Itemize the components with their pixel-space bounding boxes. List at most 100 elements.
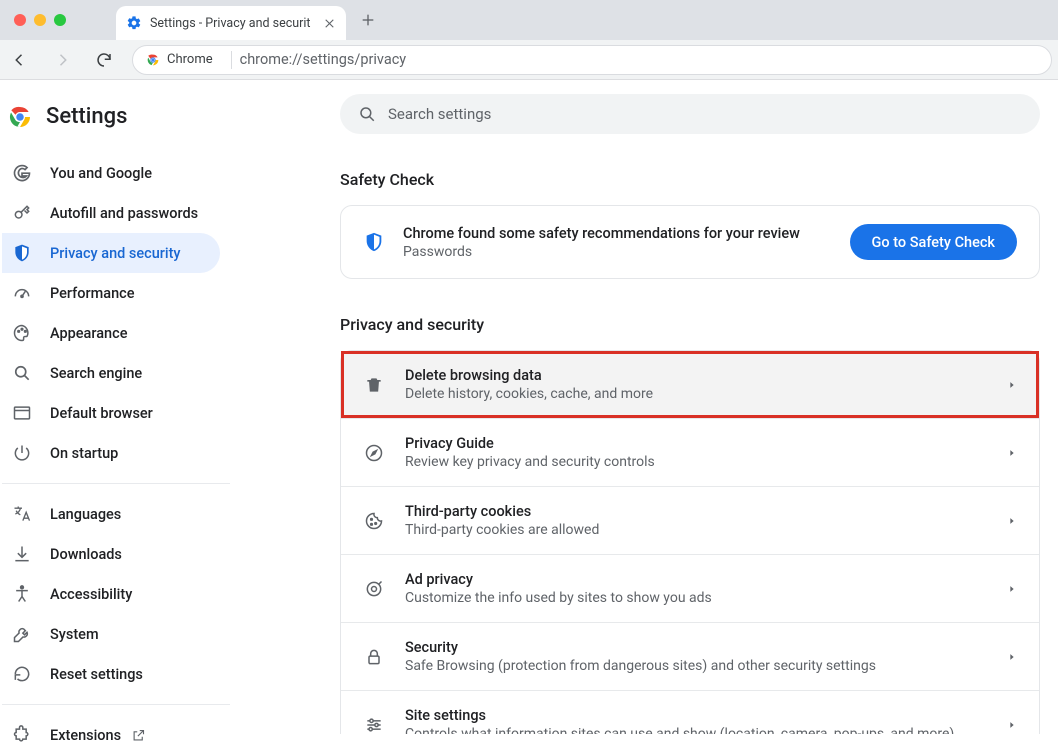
google-g-icon xyxy=(12,163,32,183)
nav-label: Extensions xyxy=(50,727,121,744)
row-privacy-guide[interactable]: Privacy Guide Review key privacy and sec… xyxy=(341,418,1039,486)
search-icon xyxy=(12,363,32,383)
back-button[interactable] xyxy=(6,46,34,74)
row-subtitle: Third-party cookies are allowed xyxy=(405,522,987,538)
shield-icon xyxy=(363,231,385,253)
nav-label: Search engine xyxy=(50,365,142,382)
reload-button[interactable] xyxy=(90,46,118,74)
chevron-right-icon xyxy=(1007,652,1017,662)
nav-default-browser[interactable]: Default browser xyxy=(2,393,220,433)
row-title: Security xyxy=(405,639,987,656)
nav-appearance[interactable]: Appearance xyxy=(2,313,220,353)
divider xyxy=(2,704,230,705)
url-text: chrome://settings/privacy xyxy=(240,51,407,68)
nav-label: Default browser xyxy=(50,405,153,422)
chevron-right-icon xyxy=(1007,380,1017,390)
tab-title: Settings - Privacy and securit xyxy=(150,16,314,31)
search-settings-input[interactable] xyxy=(388,105,1022,123)
window-minimize[interactable] xyxy=(34,14,46,26)
row-title: Privacy Guide xyxy=(405,435,987,452)
tab-strip: Settings - Privacy and securit xyxy=(0,0,1058,40)
section-safety-check-heading: Safety Check xyxy=(340,170,1040,189)
browser-tab-active[interactable]: Settings - Privacy and securit xyxy=(116,6,346,40)
wrench-icon xyxy=(12,624,32,644)
new-tab-button[interactable] xyxy=(354,6,382,34)
app-title: Settings xyxy=(46,104,127,129)
nav-downloads[interactable]: Downloads xyxy=(2,534,220,574)
ad-privacy-icon xyxy=(363,578,385,600)
chevron-right-icon xyxy=(1007,448,1017,458)
chevron-right-icon xyxy=(1007,720,1017,730)
tune-icon xyxy=(363,714,385,735)
external-link-icon xyxy=(131,728,146,743)
nav-languages[interactable]: Languages xyxy=(2,494,220,534)
row-subtitle: Delete history, cookies, cache, and more xyxy=(405,386,987,402)
palette-icon xyxy=(12,323,32,343)
row-site-settings[interactable]: Site settings Controls what information … xyxy=(341,690,1039,734)
chrome-logo-icon xyxy=(145,52,161,68)
nav-you-and-google[interactable]: You and Google xyxy=(2,153,220,193)
chrome-logo-icon xyxy=(8,105,32,129)
site-chip[interactable]: Chrome xyxy=(139,50,223,70)
row-delete-browsing-data[interactable]: Delete browsing data Delete history, coo… xyxy=(341,351,1039,418)
settings-gear-icon xyxy=(126,15,142,31)
row-title: Delete browsing data xyxy=(405,367,987,384)
search-settings[interactable] xyxy=(340,94,1040,134)
brand-row: Settings xyxy=(0,98,280,143)
row-ad-privacy[interactable]: Ad privacy Customize the info used by si… xyxy=(341,554,1039,622)
key-icon xyxy=(12,203,32,223)
address-bar[interactable]: Chrome chrome://settings/privacy xyxy=(132,45,1052,75)
window-controls xyxy=(14,14,66,26)
nav-performance[interactable]: Performance xyxy=(2,273,220,313)
nav-accessibility[interactable]: Accessibility xyxy=(2,574,220,614)
shield-icon xyxy=(12,243,32,263)
safety-check-subtitle: Passwords xyxy=(403,244,832,260)
window-close[interactable] xyxy=(14,14,26,26)
primary-nav: You and Google Autofill and passwords Pr… xyxy=(0,143,280,755)
window-zoom[interactable] xyxy=(54,14,66,26)
nav-autofill-passwords[interactable]: Autofill and passwords xyxy=(2,193,220,233)
trash-icon xyxy=(363,374,385,396)
nav-reset-settings[interactable]: Reset settings xyxy=(2,654,220,694)
row-title: Site settings xyxy=(405,707,987,724)
safety-check-title: Chrome found some safety recommendations… xyxy=(403,225,832,242)
nav-label: On startup xyxy=(50,445,118,462)
main-panel: Safety Check Chrome found some safety re… xyxy=(280,80,1058,734)
chevron-right-icon xyxy=(1007,516,1017,526)
nav-label: Privacy and security xyxy=(50,245,181,262)
safety-check-card: Chrome found some safety recommendations… xyxy=(340,205,1040,279)
nav-extensions[interactable]: Extensions xyxy=(2,715,220,755)
go-to-safety-check-button[interactable]: Go to Safety Check xyxy=(850,224,1017,260)
nav-label: Downloads xyxy=(50,546,122,563)
nav-label: Performance xyxy=(50,285,135,302)
divider xyxy=(2,483,230,484)
chip-label: Chrome xyxy=(167,52,213,67)
close-icon[interactable] xyxy=(322,16,336,30)
row-subtitle: Controls what information sites can use … xyxy=(405,726,987,734)
compass-icon xyxy=(363,442,385,464)
browser-toolbar: Chrome chrome://settings/privacy xyxy=(0,40,1058,80)
row-title: Third-party cookies xyxy=(405,503,987,520)
nav-privacy-security[interactable]: Privacy and security xyxy=(2,233,220,273)
privacy-settings-list: Delete browsing data Delete history, coo… xyxy=(340,350,1040,734)
nav-system[interactable]: System xyxy=(2,614,220,654)
search-icon xyxy=(358,105,376,123)
row-security[interactable]: Security Safe Browsing (protection from … xyxy=(341,622,1039,690)
lock-icon xyxy=(363,646,385,668)
nav-on-startup[interactable]: On startup xyxy=(2,433,220,473)
power-icon xyxy=(12,443,32,463)
nav-search-engine[interactable]: Search engine xyxy=(2,353,220,393)
browser-window-icon xyxy=(12,403,32,423)
forward-button[interactable] xyxy=(48,46,76,74)
row-subtitle: Review key privacy and security controls xyxy=(405,454,987,470)
row-subtitle: Customize the info used by sites to show… xyxy=(405,590,987,606)
download-icon xyxy=(12,544,32,564)
nav-label: Appearance xyxy=(50,325,127,342)
nav-label: You and Google xyxy=(50,165,152,182)
nav-label: Reset settings xyxy=(50,666,143,683)
row-title: Ad privacy xyxy=(405,571,987,588)
reset-icon xyxy=(12,664,32,684)
row-third-party-cookies[interactable]: Third-party cookies Third-party cookies … xyxy=(341,486,1039,554)
chevron-right-icon xyxy=(1007,584,1017,594)
section-privacy-heading: Privacy and security xyxy=(340,315,1040,334)
